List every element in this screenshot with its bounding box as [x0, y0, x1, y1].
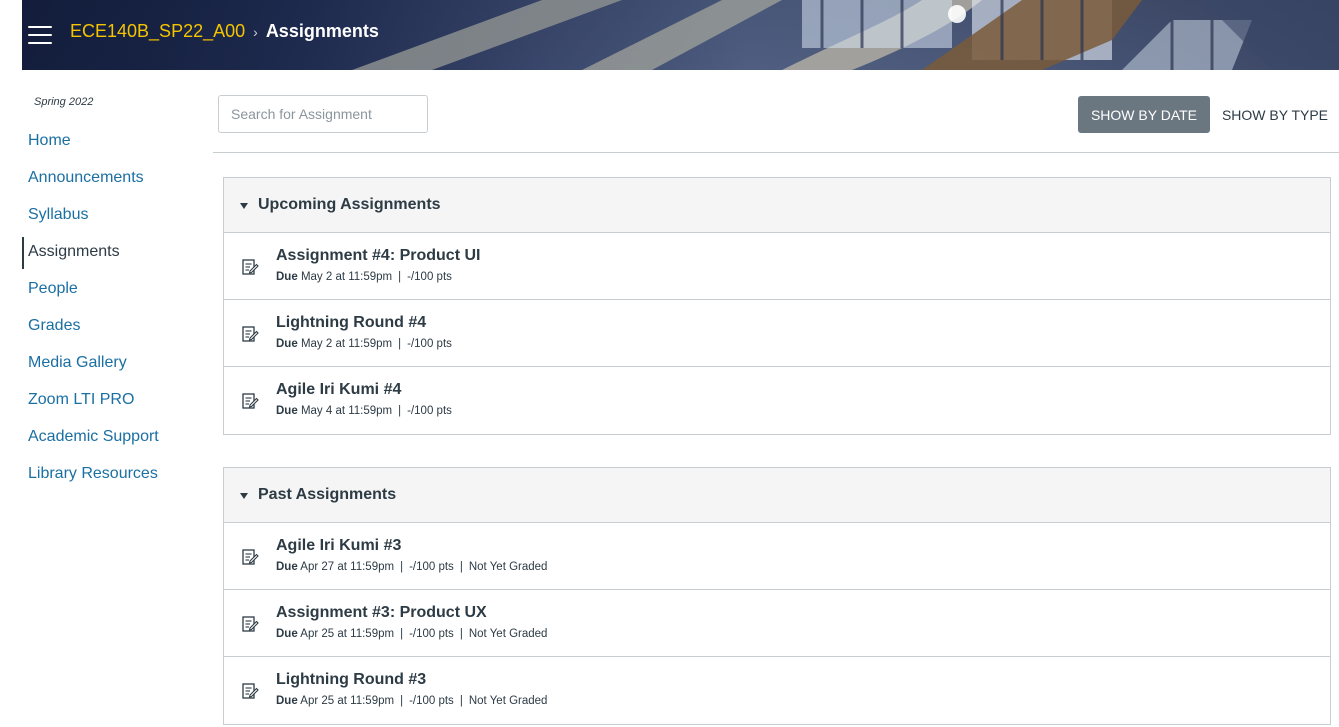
- due-label: Due: [276, 695, 298, 707]
- due-date: Apr 25 at 11:59pm: [300, 628, 395, 640]
- assignment-meta: Due May 4 at 11:59pm | -/100 pts: [276, 405, 452, 417]
- assignment-title-link[interactable]: Assignment #4: Product UI: [276, 247, 480, 265]
- due-label: Due: [276, 561, 298, 573]
- assignment-meta: Due May 2 at 11:59pm | -/100 pts: [276, 271, 452, 283]
- assignment-meta: Due Apr 27 at 11:59pm | -/100 pts | Not Yet …: [276, 561, 548, 573]
- due-label: Due: [276, 338, 298, 350]
- upcoming-assignments-group: Upcoming Assignments Assignment #4: Prod…: [223, 177, 1331, 435]
- assignment-row[interactable]: Agile Iri Kumi #4 Due May 4 at 11:59pm | -…: [224, 367, 1330, 434]
- assignment-icon: [242, 549, 259, 565]
- points: -/100 pts: [407, 405, 452, 417]
- show-by-date-button[interactable]: SHOW BY DATE: [1078, 96, 1210, 133]
- assignment-meta: Due May 2 at 11:59pm | -/100 pts: [276, 338, 452, 350]
- points: -/100 pts: [407, 338, 452, 350]
- assignment-icon: [242, 616, 259, 632]
- course-navigation: Spring 2022 Home Announcements Syllabus …: [22, 70, 212, 727]
- assignment-icon: [242, 683, 259, 699]
- breadcrumb-course-link[interactable]: ECE140B_SP22_A00: [70, 21, 245, 42]
- due-label: Due: [276, 271, 298, 283]
- group-title: Upcoming Assignments: [258, 196, 441, 213]
- assignment-icon: [242, 259, 259, 275]
- nav-item-assignments[interactable]: Assignments: [22, 237, 212, 276]
- menu-hamburger-icon[interactable]: [28, 26, 52, 44]
- due-date: May 4 at 11:59pm: [300, 405, 393, 417]
- points: -/100 pts: [409, 561, 454, 573]
- group-title: Past Assignments: [258, 486, 397, 503]
- assignment-title-link[interactable]: Assignment #3: Product UX: [276, 604, 487, 622]
- points: -/100 pts: [409, 628, 454, 640]
- due-date: May 2 at 11:59pm: [300, 271, 393, 283]
- nav-item-media-gallery[interactable]: Media Gallery: [22, 350, 212, 387]
- nav-item-people[interactable]: People: [22, 276, 212, 313]
- assignment-meta: Due Apr 25 at 11:59pm | -/100 pts | Not Yet …: [276, 695, 548, 707]
- breadcrumb-separator: ›: [253, 23, 258, 40]
- caret-down-icon: [240, 492, 248, 499]
- past-assignments-group: Past Assignments Agile Iri Kumi #3 Due A…: [223, 467, 1331, 725]
- show-by-type-button[interactable]: SHOW BY TYPE: [1216, 96, 1334, 133]
- assignment-title-link[interactable]: Agile Iri Kumi #4: [276, 381, 401, 399]
- upcoming-assignments-header[interactable]: Upcoming Assignments: [224, 178, 1330, 233]
- course-nav-list: Home Announcements Syllabus Assignments …: [22, 128, 212, 498]
- course-header-banner: ECE140B_SP22_A00 › Assignments: [22, 0, 1339, 70]
- grading-status: Not Yet Graded: [468, 561, 548, 573]
- assignment-title-link[interactable]: Lightning Round #3: [276, 671, 426, 689]
- assignment-icon: [242, 326, 259, 342]
- toolbar-divider: [213, 152, 1339, 153]
- breadcrumb: ECE140B_SP22_A00 › Assignments: [70, 21, 379, 42]
- due-label: Due: [276, 405, 298, 417]
- assignment-row[interactable]: Agile Iri Kumi #3 Due Apr 27 at 11:59pm |…: [224, 523, 1330, 590]
- assignment-row[interactable]: Assignment #3: Product UX Due Apr 25 at …: [224, 590, 1330, 657]
- search-assignment-input[interactable]: [218, 95, 428, 133]
- nav-item-zoom-lti-pro[interactable]: Zoom LTI PRO: [22, 387, 212, 424]
- assignment-row[interactable]: Lightning Round #3 Due Apr 25 at 11:59pm…: [224, 657, 1330, 724]
- assignment-row[interactable]: Lightning Round #4 Due May 2 at 11:59pm |…: [224, 300, 1330, 367]
- breadcrumb-current-page: Assignments: [265, 21, 379, 41]
- nav-item-syllabus[interactable]: Syllabus: [22, 202, 212, 239]
- past-assignments-header[interactable]: Past Assignments: [224, 468, 1330, 523]
- due-date: May 2 at 11:59pm: [300, 338, 393, 350]
- assignment-row[interactable]: Assignment #4: Product UI Due May 2 at 1…: [224, 233, 1330, 300]
- nav-item-announcements[interactable]: Announcements: [22, 165, 212, 202]
- points: -/100 pts: [407, 271, 452, 283]
- grading-status: Not Yet Graded: [468, 628, 548, 640]
- assignment-icon: [242, 393, 259, 409]
- caret-down-icon: [240, 202, 248, 209]
- nav-item-home[interactable]: Home: [22, 128, 212, 165]
- grading-status: Not Yet Graded: [468, 695, 548, 707]
- assignment-meta: Due Apr 25 at 11:59pm | -/100 pts | Not Yet …: [276, 628, 548, 640]
- nav-item-academic-support[interactable]: Academic Support: [22, 424, 212, 461]
- points: -/100 pts: [409, 695, 454, 707]
- due-label: Due: [276, 628, 298, 640]
- due-date: Apr 25 at 11:59pm: [300, 695, 395, 707]
- due-date: Apr 27 at 11:59pm: [300, 561, 395, 573]
- assignment-title-link[interactable]: Lightning Round #4: [276, 314, 426, 332]
- nav-item-grades[interactable]: Grades: [22, 313, 212, 350]
- assignment-title-link[interactable]: Agile Iri Kumi #3: [276, 537, 401, 555]
- nav-item-library-resources[interactable]: Library Resources: [22, 461, 212, 498]
- term-label: Spring 2022: [34, 96, 94, 108]
